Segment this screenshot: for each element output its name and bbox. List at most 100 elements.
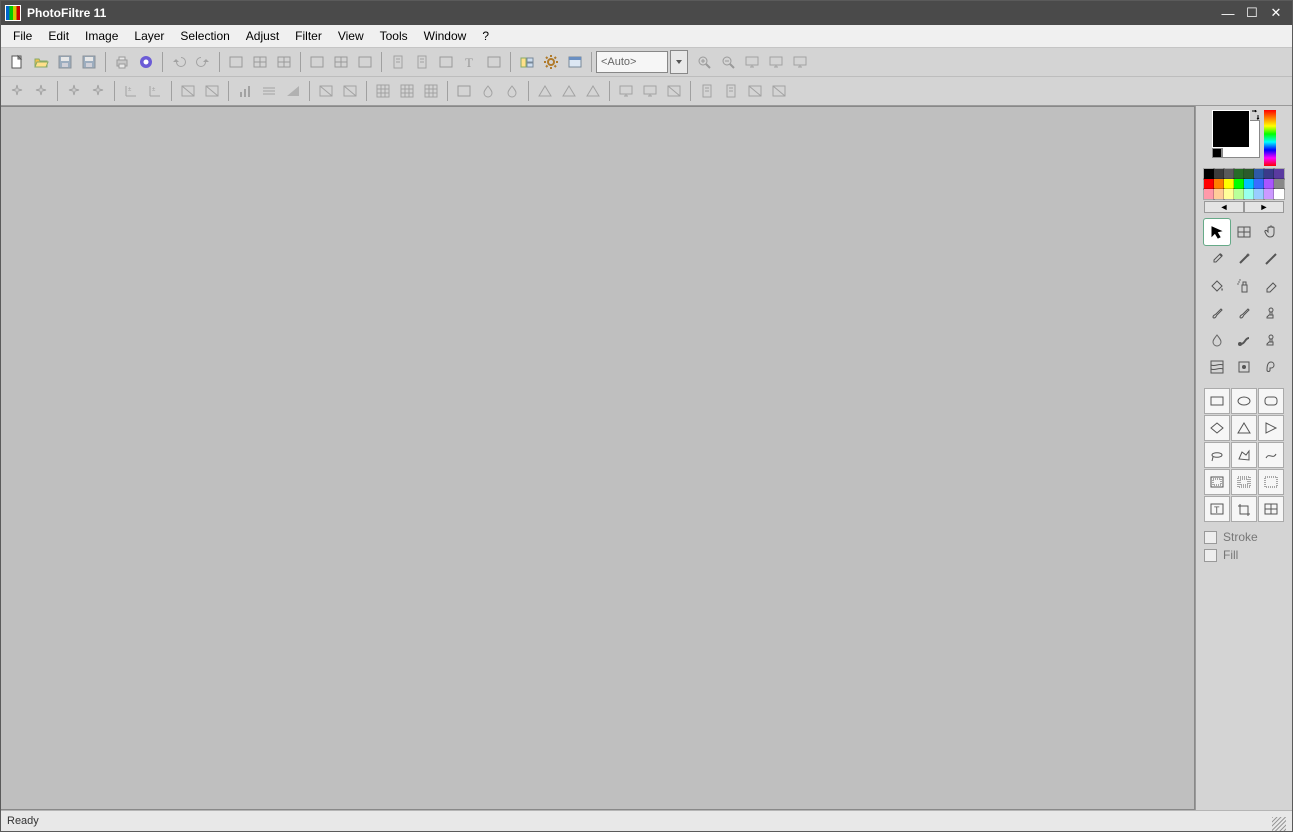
- menu-help[interactable]: ?: [474, 26, 497, 46]
- palette-swatch[interactable]: [1254, 179, 1264, 189]
- window-maximize-button[interactable]: ☐: [1240, 4, 1264, 22]
- zoom-combo[interactable]: <Auto>: [596, 51, 668, 73]
- window-minimize-button[interactable]: —: [1216, 4, 1240, 22]
- image-mode-rgb-icon: [224, 50, 248, 74]
- art-tool-icon[interactable]: [1258, 354, 1284, 380]
- palette-swatch[interactable]: [1244, 179, 1254, 189]
- fullscreen-icon: [788, 50, 812, 74]
- palette-prev-button[interactable]: ◄: [1204, 201, 1244, 213]
- palette-swatch[interactable]: [1274, 189, 1284, 199]
- palette-swatch[interactable]: [1214, 169, 1224, 179]
- zoom-dropdown-button[interactable]: [670, 50, 688, 74]
- resize-grip-icon[interactable]: [1272, 817, 1286, 831]
- toolbar-separator: [171, 81, 172, 101]
- toolbar-separator: [162, 52, 163, 72]
- new-file-icon[interactable]: [5, 50, 29, 74]
- palette-swatch[interactable]: [1264, 169, 1274, 179]
- hand-tool-icon[interactable]: [1258, 219, 1284, 245]
- menu-tools[interactable]: Tools: [372, 26, 416, 46]
- palette-swatch[interactable]: [1254, 169, 1264, 179]
- foreground-color-swatch[interactable]: [1212, 110, 1250, 148]
- shape-diamond[interactable]: [1204, 415, 1230, 441]
- palette-swatch[interactable]: [1224, 189, 1234, 199]
- deform-tool-icon[interactable]: [1204, 354, 1230, 380]
- toolbar-separator: [228, 81, 229, 101]
- shape-triangle-right[interactable]: [1258, 415, 1284, 441]
- eraser-tool-icon[interactable]: [1258, 273, 1284, 299]
- palette-swatch[interactable]: [1264, 189, 1274, 199]
- palette-swatch[interactable]: [1234, 189, 1244, 199]
- window-close-button[interactable]: ✕: [1264, 4, 1288, 22]
- layer-tool-icon[interactable]: [1231, 219, 1257, 245]
- palette-swatch[interactable]: [1204, 189, 1214, 199]
- automate-icon[interactable]: [539, 50, 563, 74]
- zoom-out-icon: [716, 50, 740, 74]
- explorer-icon[interactable]: [515, 50, 539, 74]
- brush-tool-icon[interactable]: [1204, 300, 1230, 326]
- brightness-plus-icon: [29, 79, 53, 103]
- clone-tool-icon[interactable]: [1258, 327, 1284, 353]
- open-file-icon[interactable]: [29, 50, 53, 74]
- palette-swatch[interactable]: [1204, 179, 1214, 189]
- shape-ellipse[interactable]: [1231, 388, 1257, 414]
- palette-swatch[interactable]: [1214, 189, 1224, 199]
- palette-swatch[interactable]: [1244, 189, 1254, 199]
- menu-window[interactable]: Window: [416, 26, 475, 46]
- retouch-tool-icon[interactable]: [1231, 354, 1257, 380]
- palette-swatch[interactable]: [1274, 169, 1284, 179]
- menu-image[interactable]: Image: [77, 26, 126, 46]
- shape-inset-a[interactable]: [1204, 469, 1230, 495]
- swap-colors-icon[interactable]: [1250, 110, 1260, 120]
- palette-next-button[interactable]: ►: [1244, 201, 1284, 213]
- blur-tool-icon[interactable]: [1204, 327, 1230, 353]
- menu-file[interactable]: File: [5, 26, 40, 46]
- color-block: [1212, 110, 1276, 166]
- relief-b-icon: [581, 79, 605, 103]
- line-tool-icon[interactable]: [1258, 246, 1284, 272]
- shape-rectangle[interactable]: [1204, 388, 1230, 414]
- menu-selection[interactable]: Selection: [172, 26, 237, 46]
- shape-lasso[interactable]: [1204, 442, 1230, 468]
- shape-inset-b[interactable]: [1231, 469, 1257, 495]
- palette-swatch[interactable]: [1204, 169, 1214, 179]
- spray-tool-icon[interactable]: [1231, 273, 1257, 299]
- palette-swatch[interactable]: [1214, 179, 1224, 189]
- selection-tool-icon[interactable]: [1204, 219, 1230, 245]
- shape-freeform[interactable]: [1258, 442, 1284, 468]
- menu-edit[interactable]: Edit: [40, 26, 77, 46]
- shape-grid[interactable]: [1258, 496, 1284, 522]
- palette-swatch[interactable]: [1274, 179, 1284, 189]
- palette-nav: ◄ ►: [1204, 201, 1284, 213]
- palette-swatch[interactable]: [1224, 169, 1234, 179]
- stamp-tool-icon[interactable]: [1258, 300, 1284, 326]
- palette-swatch[interactable]: [1234, 169, 1244, 179]
- fill-tool-icon[interactable]: [1204, 273, 1230, 299]
- smudge-tool-icon[interactable]: [1231, 327, 1257, 353]
- fill-checkbox[interactable]: Fill: [1204, 548, 1284, 562]
- stroke-checkbox[interactable]: Stroke: [1204, 530, 1284, 544]
- palette-swatch[interactable]: [1224, 179, 1234, 189]
- palette-swatch[interactable]: [1254, 189, 1264, 199]
- menu-view[interactable]: View: [330, 26, 372, 46]
- shape-inset-c[interactable]: [1258, 469, 1284, 495]
- shape-text-box[interactable]: T: [1204, 496, 1230, 522]
- adv-brush-tool-icon[interactable]: [1231, 300, 1257, 326]
- toolbar-separator: [114, 81, 115, 101]
- preferences-icon[interactable]: [563, 50, 587, 74]
- shape-crop[interactable]: [1231, 496, 1257, 522]
- canvas-area[interactable]: [1, 106, 1195, 810]
- shape-poly-lasso[interactable]: [1231, 442, 1257, 468]
- menu-adjust[interactable]: Adjust: [238, 26, 287, 46]
- shape-rounded-rect[interactable]: [1258, 388, 1284, 414]
- shape-triangle[interactable]: [1231, 415, 1257, 441]
- wand-tool-icon[interactable]: [1231, 246, 1257, 272]
- menu-layer[interactable]: Layer: [126, 26, 172, 46]
- image-mode-indexed-icon: [248, 50, 272, 74]
- pipette-tool-icon[interactable]: [1204, 246, 1230, 272]
- spectrum-picker[interactable]: [1264, 110, 1276, 166]
- palette-swatch[interactable]: [1234, 179, 1244, 189]
- palette-swatch[interactable]: [1244, 169, 1254, 179]
- menu-filter[interactable]: Filter: [287, 26, 330, 46]
- palette-swatch[interactable]: [1264, 179, 1274, 189]
- twain-icon[interactable]: [134, 50, 158, 74]
